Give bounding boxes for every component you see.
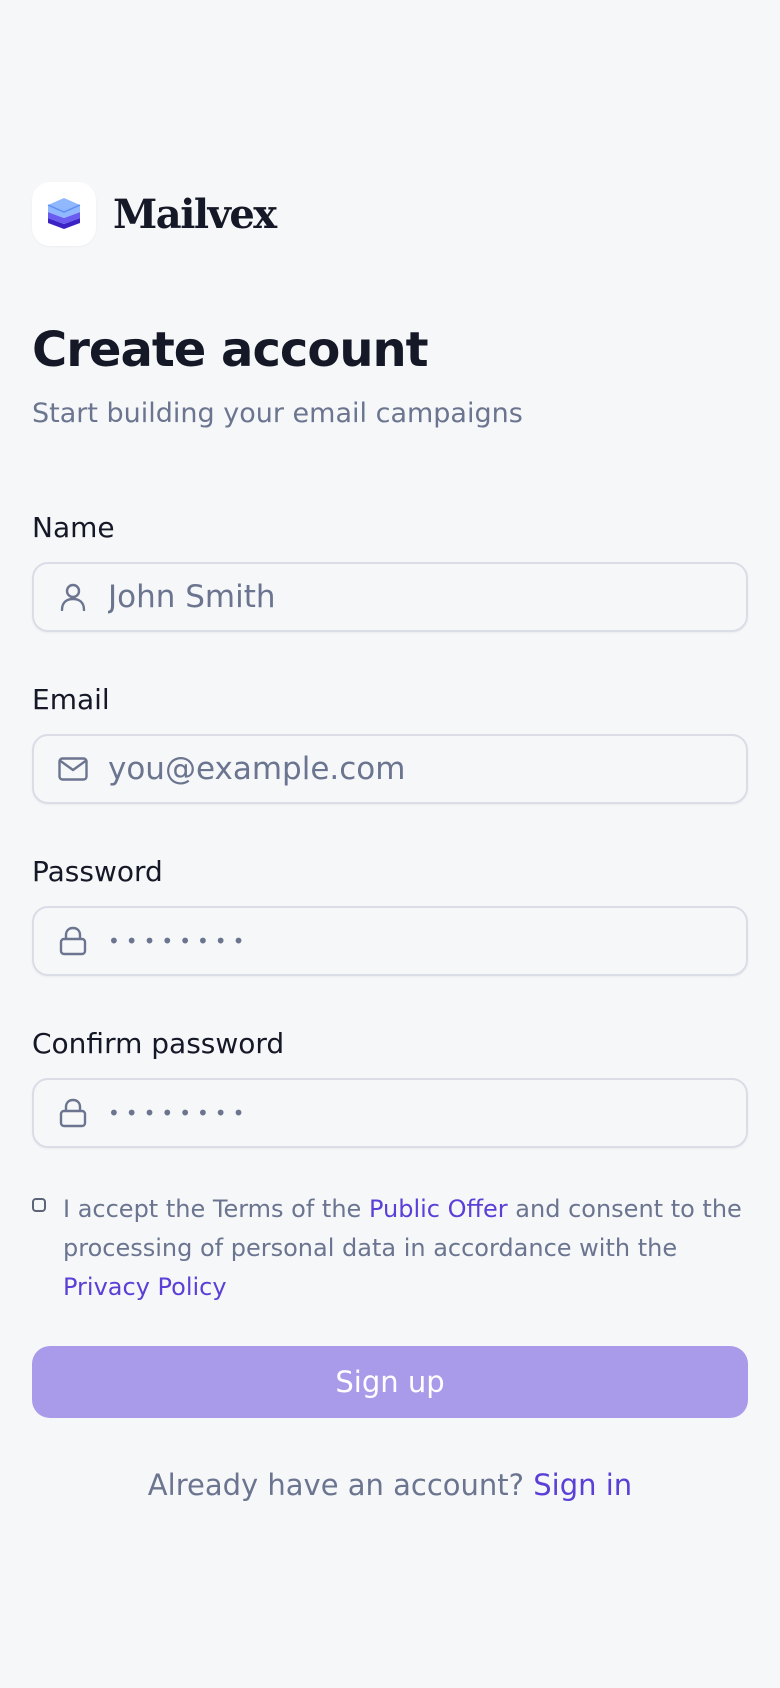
page-title: Create account: [32, 322, 429, 378]
email-field[interactable]: [32, 734, 748, 804]
mail-icon: [58, 754, 88, 784]
user-icon: [58, 582, 88, 612]
sign-in-prompt-text: Already have an account?: [147, 1468, 525, 1502]
sign-in-prompt: Already have an account? Sign in: [32, 1468, 748, 1502]
password-input[interactable]: ••••••••: [108, 929, 250, 953]
privacy-policy-link[interactable]: Privacy Policy: [63, 1273, 227, 1301]
sign-up-button[interactable]: Sign up: [32, 1346, 748, 1418]
confirm-password-field[interactable]: ••••••••: [32, 1078, 748, 1148]
lock-icon: [58, 1098, 88, 1128]
password-field[interactable]: ••••••••: [32, 906, 748, 976]
password-label: Password: [32, 855, 163, 888]
stacked-envelopes-icon: [47, 198, 81, 229]
confirm-password-input[interactable]: ••••••••: [108, 1101, 250, 1125]
brand-name: Mailvex: [113, 190, 277, 238]
signup-page: Mailvex Create account Start building yo…: [32, 182, 748, 1502]
consent-text: I accept the Terms of the Public Offer a…: [63, 1190, 748, 1307]
name-field[interactable]: [32, 562, 748, 632]
name-label: Name: [32, 511, 115, 544]
email-label: Email: [32, 683, 110, 716]
public-offer-link[interactable]: Public Offer: [369, 1195, 508, 1223]
consent-row: I accept the Terms of the Public Offer a…: [32, 1190, 748, 1307]
consent-text-part-1: I accept the Terms of the: [63, 1195, 369, 1223]
name-input[interactable]: [108, 579, 708, 615]
brand: Mailvex: [32, 182, 748, 246]
confirm-password-label: Confirm password: [32, 1027, 285, 1060]
consent-checkbox[interactable]: [32, 1198, 46, 1212]
page-subtitle: Start building your email campaigns: [32, 398, 523, 429]
sign-in-link[interactable]: Sign in: [533, 1468, 632, 1502]
logo: [32, 182, 96, 246]
lock-icon: [58, 926, 88, 956]
email-input[interactable]: [108, 751, 708, 787]
